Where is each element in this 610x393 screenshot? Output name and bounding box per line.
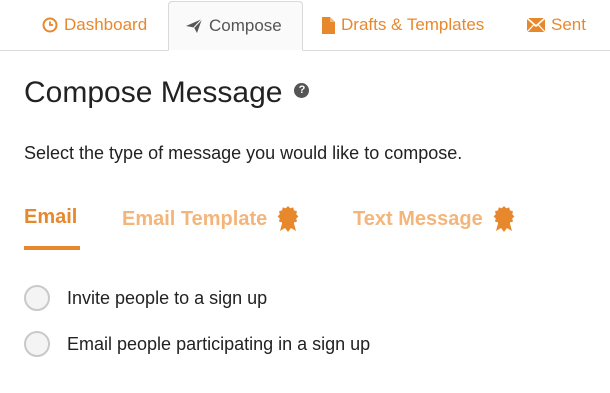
email-template-tab-label: Email Template — [122, 207, 268, 230]
text-message-tab-label: Text Message — [353, 207, 483, 230]
radio-button[interactable] — [24, 331, 50, 357]
compose-page: Dashboard Compose Drafts & Templates Sen… — [0, 0, 610, 393]
tab-dashboard-label: Dashboard — [64, 15, 148, 34]
help-icon[interactable]: ? — [294, 82, 310, 98]
instruction-text: Select the type of message you would lik… — [24, 143, 463, 163]
tab-drafts-label: Drafts & Templates — [341, 15, 485, 34]
option-invite-people[interactable]: Invite people to a sign up — [24, 285, 267, 311]
option-label: Invite people to a sign up — [67, 287, 268, 308]
document-icon — [322, 16, 335, 34]
tab-sent-label: Sent — [551, 15, 586, 34]
page-title: Compose Message ? — [24, 76, 310, 110]
tab-sent[interactable]: Sent — [527, 0, 586, 50]
page-title-text: Compose Message — [24, 76, 283, 109]
email-tab-label: Email — [24, 206, 78, 228]
tab-compose-label: Compose — [209, 16, 282, 35]
clock-icon — [42, 17, 58, 33]
option-email-participants[interactable]: Email people participating in a sign up — [24, 331, 370, 357]
tab-compose[interactable]: Compose — [168, 1, 303, 51]
envelope-icon — [527, 18, 545, 32]
message-type-tab-email[interactable]: Email — [24, 206, 77, 229]
tab-dashboard[interactable]: Dashboard — [42, 0, 147, 50]
message-type-tab-text-message[interactable]: Text Message — [353, 206, 515, 232]
paper-plane-icon — [185, 18, 203, 34]
active-tab-underline — [24, 246, 80, 250]
premium-badge-icon — [277, 206, 299, 232]
tab-drafts-templates[interactable]: Drafts & Templates — [322, 0, 484, 50]
radio-button[interactable] — [24, 285, 50, 311]
message-type-tab-email-template[interactable]: Email Template — [122, 206, 299, 232]
top-nav-tabs: Dashboard Compose Drafts & Templates Sen… — [0, 0, 610, 51]
premium-badge-icon — [493, 206, 515, 232]
option-label: Email people participating in a sign up — [67, 333, 371, 354]
